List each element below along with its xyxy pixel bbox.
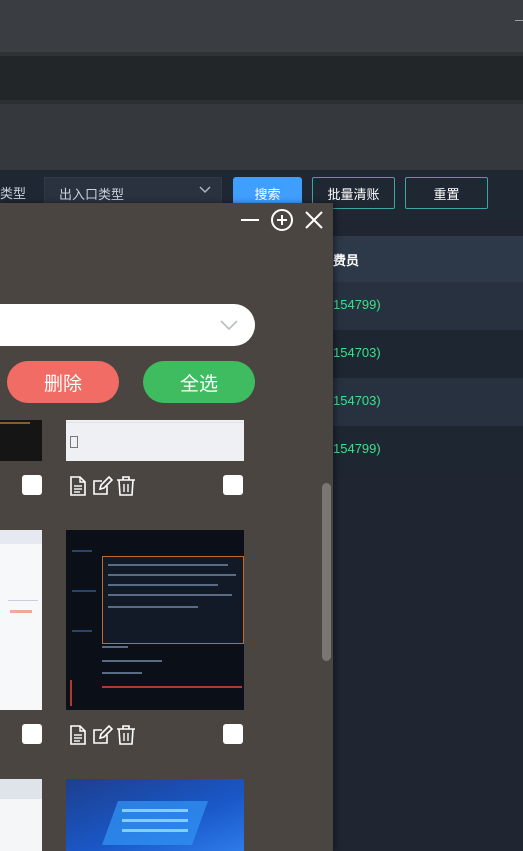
window-minimize-icon[interactable] (515, 20, 523, 21)
entrance-type-select-value: 出入口类型 (59, 187, 125, 202)
delete-button[interactable]: 删除 (7, 361, 119, 403)
table-cell: 154703) (333, 393, 381, 408)
table-header: 费员 (333, 236, 523, 282)
image-gallery-modal: 删除 全选 (0, 203, 333, 851)
image-thumbnail[interactable] (66, 420, 244, 461)
edit-icon[interactable] (91, 724, 114, 746)
zoom-in-icon[interactable] (269, 207, 295, 233)
image-thumbnail[interactable] (0, 779, 42, 851)
chevron-down-icon (220, 320, 238, 331)
edit-icon[interactable] (91, 475, 114, 497)
table-row[interactable]: 154703) (333, 330, 523, 378)
image-thumbnail[interactable] (0, 420, 42, 461)
table-row[interactable]: 154799) (333, 282, 523, 330)
table-cell: 154703) (333, 345, 381, 360)
chevron-down-icon (199, 186, 211, 194)
image-checkbox[interactable] (223, 724, 243, 744)
trash-icon[interactable] (115, 724, 137, 746)
modal-scrollbar[interactable] (322, 483, 331, 661)
header-area (0, 104, 523, 170)
image-checkbox[interactable] (22, 724, 42, 744)
image-checkbox[interactable] (22, 475, 42, 495)
modal-window-controls (237, 207, 327, 233)
image-thumbnail[interactable] (0, 530, 42, 710)
minimize-icon[interactable] (237, 207, 263, 233)
document-icon[interactable] (67, 475, 89, 497)
entrance-type-select[interactable]: 出入口类型 (44, 177, 222, 204)
reset-button[interactable]: 重置 (405, 177, 488, 209)
table-cell: 154799) (333, 297, 381, 312)
filter-type-label: 类型 (0, 186, 27, 201)
image-thumbnail[interactable] (66, 530, 244, 710)
table-header-cell: 费员 (333, 253, 360, 268)
table-cell: 154799) (333, 441, 381, 456)
document-icon[interactable] (67, 724, 89, 746)
trash-icon[interactable] (115, 475, 137, 497)
image-checkbox[interactable] (223, 475, 243, 495)
item-actions (67, 475, 137, 497)
category-select[interactable] (0, 304, 255, 346)
close-icon[interactable] (301, 207, 327, 233)
top-bar (0, 0, 523, 52)
table-row[interactable]: 154703) (333, 378, 523, 426)
select-all-button[interactable]: 全选 (143, 361, 255, 403)
item-actions (67, 724, 137, 746)
image-thumbnail[interactable] (66, 779, 244, 851)
nav-bar (0, 56, 523, 100)
table-row[interactable]: 154799) (333, 426, 523, 474)
